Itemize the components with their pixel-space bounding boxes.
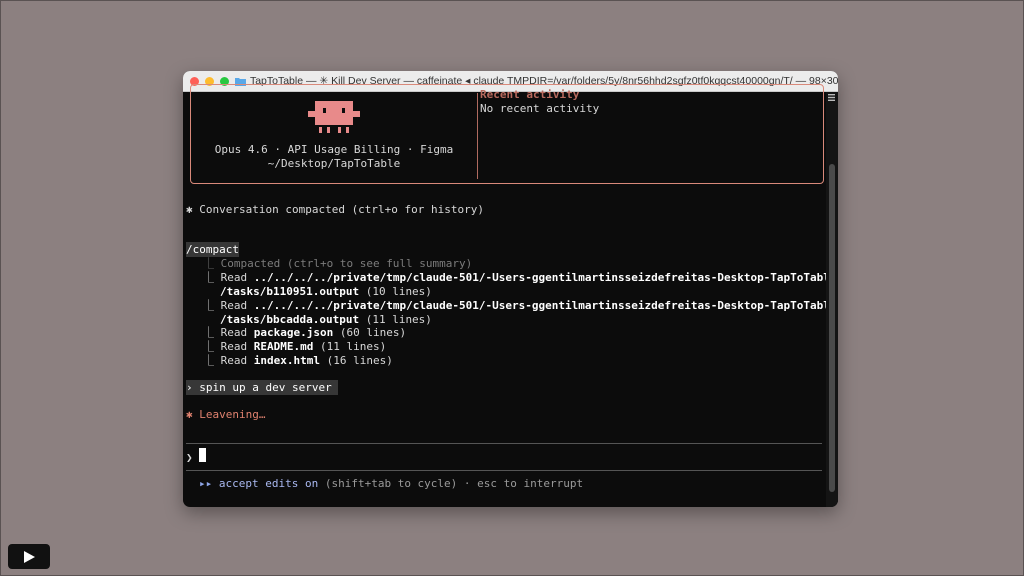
read-file: ../../../../private/tmp/claude-501/-User… xyxy=(253,271,837,284)
welcome-divider xyxy=(477,93,478,179)
mode-hint: (shift+tab to cycle) · esc to interrupt xyxy=(324,477,584,490)
read-op-row: ⎿ Read index.html (16 lines) xyxy=(203,354,393,367)
read-file: index.html xyxy=(253,354,320,367)
read-file: ../../../../private/tmp/claude-501/-User… xyxy=(253,299,837,312)
status-line: ✱ Leavening… xyxy=(186,408,266,421)
read-file: /tasks/bbcadda.output xyxy=(220,313,360,326)
recent-activity-value: No recent activity xyxy=(480,102,600,115)
play-icon xyxy=(24,551,35,563)
scrollbar-thumb[interactable] xyxy=(829,164,835,492)
compact-command: /compact xyxy=(186,242,239,257)
working-directory: ~/Desktop/TapToTable xyxy=(267,157,401,170)
read-op-row-cont: /tasks/b110951.output (10 lines) xyxy=(220,285,432,298)
mode-footer: ▸▸ accept edits on (shift+tab to cycle) … xyxy=(199,477,583,490)
recent-activity-heading: Recent activity xyxy=(480,88,580,101)
menu-icon xyxy=(828,94,835,101)
text-cursor xyxy=(199,448,206,462)
read-file: /tasks/b110951.output xyxy=(220,285,360,298)
mode-icon: ▸▸ xyxy=(199,477,213,490)
user-prompt: › spin up a dev server xyxy=(186,380,339,395)
model-info: Opus 4.6 · API Usage Billing · Figma xyxy=(214,143,454,156)
read-op-row: ⎿ Read ../../../../private/tmp/claude-50… xyxy=(203,271,837,284)
welcome-panel: Opus 4.6 · API Usage Billing · Figma ~/D… xyxy=(190,84,824,184)
read-file: README.md xyxy=(253,340,314,353)
user-prompt-row: › spin up a dev server xyxy=(186,380,339,395)
read-op-row: ⎿ Read package.json (60 lines) xyxy=(203,326,407,339)
read-op-row: ⎿ Read ../../../../private/tmp/claude-50… xyxy=(203,299,837,312)
mascot-icon xyxy=(308,101,360,133)
compact-command-row: /compact xyxy=(186,242,239,257)
mode-label[interactable]: accept edits on xyxy=(219,477,318,490)
read-op-row-cont: /tasks/bbcadda.output (11 lines) xyxy=(220,313,432,326)
input-divider-bottom xyxy=(186,470,822,471)
prompt-symbol: ❯ xyxy=(186,451,193,464)
compacted-notice: ✱ Conversation compacted (ctrl+o for his… xyxy=(186,203,485,216)
play-button[interactable] xyxy=(8,544,50,569)
compacted-summary-row: ⎿ Compacted (ctrl+o to see full summary) xyxy=(203,257,473,270)
read-op-row: ⎿ Read README.md (11 lines) xyxy=(203,340,387,353)
input-divider-top xyxy=(186,443,822,444)
terminal-content[interactable]: Opus 4.6 · API Usage Billing · Figma ~/D… xyxy=(183,84,837,507)
read-file: package.json xyxy=(253,326,334,339)
terminal-window[interactable]: TapToTable — ✳ Kill Dev Server — caffein… xyxy=(183,71,838,507)
scrollbar[interactable] xyxy=(826,92,838,507)
compacted-summary: Compacted (ctrl+o to see full summary) xyxy=(220,257,473,270)
